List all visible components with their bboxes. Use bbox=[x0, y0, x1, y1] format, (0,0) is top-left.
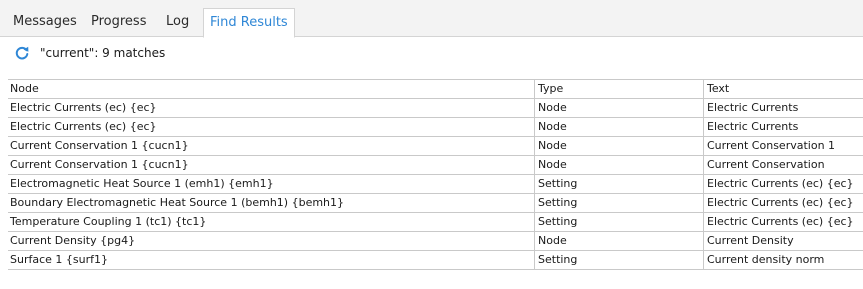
table-row[interactable]: Current Conservation 1 {cucn1} Node Curr… bbox=[8, 156, 863, 175]
node-cell: Electric Currents (ec) {ec} bbox=[8, 118, 535, 136]
node-cell: Temperature Coupling 1 (tc1) {tc1} bbox=[8, 213, 535, 231]
column-header-node[interactable]: Node bbox=[8, 80, 535, 98]
table-row[interactable]: Electric Currents (ec) {ec} Node Electri… bbox=[8, 118, 863, 137]
tab-bar: Messages Progress Log Find Results bbox=[0, 0, 863, 38]
node-cell: Current Conservation 1 {cucn1} bbox=[8, 156, 535, 174]
type-cell: Node bbox=[535, 137, 704, 155]
text-cell: Electric Currents (ec) {ec} bbox=[707, 177, 854, 190]
type-cell: Node bbox=[535, 232, 704, 250]
table-header: Node Type Text bbox=[8, 80, 863, 99]
node-cell: Electromagnetic Heat Source 1 (emh1) {em… bbox=[8, 175, 535, 193]
node-cell: Surface 1 {surf1} bbox=[8, 251, 535, 269]
text-cell: Current Conservation 1 bbox=[707, 139, 836, 152]
type-cell: Setting bbox=[535, 213, 704, 231]
type-cell: Node bbox=[535, 99, 704, 117]
table-row[interactable]: Surface 1 {surf1} Setting Current densit… bbox=[8, 251, 863, 270]
node-cell: Current Density {pg4} bbox=[8, 232, 535, 250]
text-cell: Electric Currents bbox=[707, 120, 799, 133]
find-results-table: Node Type Text Electric Currents (ec) {e… bbox=[8, 79, 863, 270]
type-cell: Node bbox=[535, 156, 704, 174]
node-cell: Electric Currents (ec) {ec} bbox=[8, 99, 535, 117]
text-cell: Current density norm bbox=[707, 253, 825, 266]
tab-find-results[interactable]: Find Results bbox=[203, 8, 295, 38]
table-row[interactable]: Current Density {pg4} Node Current Densi… bbox=[8, 232, 863, 251]
column-header-text[interactable]: Text bbox=[704, 80, 863, 98]
tab-messages[interactable]: Messages bbox=[7, 8, 83, 37]
table-row[interactable]: Boundary Electromagnetic Heat Source 1 (… bbox=[8, 194, 863, 213]
text-cell: Current Conservation bbox=[707, 158, 825, 171]
text-cell: Electric Currents (ec) {ec} bbox=[707, 215, 854, 228]
type-cell: Setting bbox=[535, 194, 704, 212]
type-cell: Setting bbox=[535, 175, 704, 193]
text-cell: Electric Currents bbox=[707, 101, 799, 114]
node-cell: Boundary Electromagnetic Heat Source 1 (… bbox=[8, 194, 535, 212]
tab-progress[interactable]: Progress bbox=[85, 8, 152, 37]
table-row[interactable]: Electric Currents (ec) {ec} Node Electri… bbox=[8, 99, 863, 118]
match-summary: "current": 9 matches bbox=[40, 46, 166, 60]
table-row[interactable]: Temperature Coupling 1 (tc1) {tc1} Setti… bbox=[8, 213, 863, 232]
type-cell: Setting bbox=[535, 251, 704, 269]
tab-log[interactable]: Log bbox=[160, 8, 195, 37]
table-row[interactable]: Current Conservation 1 {cucn1} Node Curr… bbox=[8, 137, 863, 156]
node-cell: Current Conservation 1 {cucn1} bbox=[8, 137, 535, 155]
results-toolbar: "current": 9 matches bbox=[0, 38, 863, 68]
column-header-type[interactable]: Type bbox=[535, 80, 704, 98]
text-cell: Current Density bbox=[707, 234, 794, 247]
refresh-icon[interactable] bbox=[14, 45, 30, 61]
table-row[interactable]: Electromagnetic Heat Source 1 (emh1) {em… bbox=[8, 175, 863, 194]
type-cell: Node bbox=[535, 118, 704, 136]
text-cell: Electric Currents (ec) {ec} bbox=[707, 196, 854, 209]
